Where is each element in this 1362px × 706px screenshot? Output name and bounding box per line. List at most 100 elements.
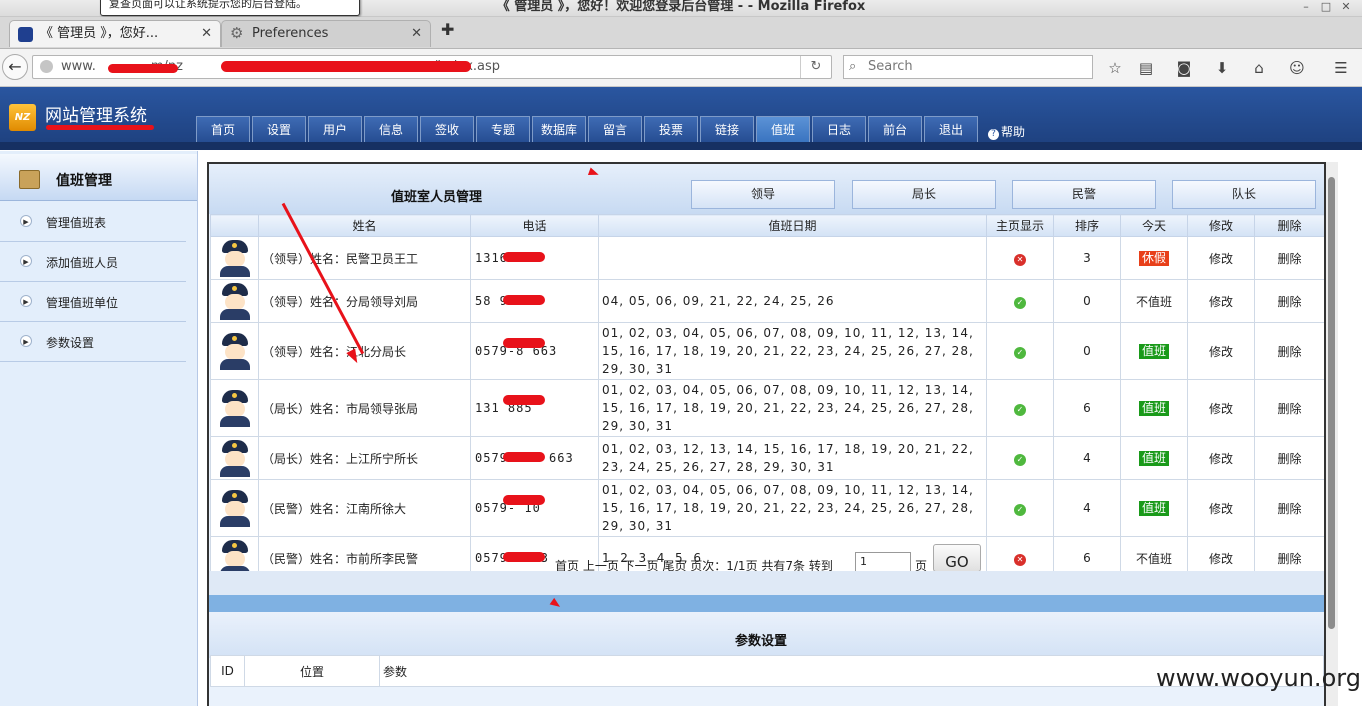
new-tab-plus-icon[interactable]: ✚ xyxy=(441,20,454,39)
vertical-scrollbar[interactable] xyxy=(1326,162,1338,706)
staff-name: （局长）姓名：市局领导张局 xyxy=(258,379,471,437)
sidebar-item-label: 管理值班单位 xyxy=(46,296,119,310)
filter-director-button[interactable]: 局长 xyxy=(852,180,996,209)
gear-icon: ⚙ xyxy=(230,24,244,42)
maximize-icon[interactable]: □ xyxy=(1318,0,1334,14)
nz-logo: NZ xyxy=(9,104,36,131)
go-button[interactable]: GO xyxy=(933,544,981,572)
pocket-icon[interactable]: ◙ xyxy=(1174,59,1194,77)
url-bar[interactable]: www.m/nz/index.asp ↻ xyxy=(32,55,832,79)
homepage-show[interactable]: ✓ xyxy=(986,379,1054,437)
column-header: 位置 xyxy=(244,655,380,687)
menu-logout[interactable]: 退出 xyxy=(924,116,978,143)
column-header: 值班日期 xyxy=(598,214,987,237)
duty-dates: 01, 02, 03, 12, 13, 14, 15, 16, 17, 18, … xyxy=(598,436,987,480)
filter-police-button[interactable]: 民警 xyxy=(1012,180,1156,209)
download-icon[interactable]: ⬇ xyxy=(1212,59,1232,77)
sidebar-item-manage-duty-table[interactable]: ▶ 管理值班表 xyxy=(0,201,186,242)
homepage-show[interactable]: ✕ xyxy=(986,236,1054,280)
menu-frontend[interactable]: 前台 xyxy=(868,116,922,143)
menu-logs[interactable]: 日志 xyxy=(812,116,866,143)
search-input[interactable]: ⌕ Search xyxy=(843,55,1093,79)
menu-info[interactable]: 信息 xyxy=(364,116,418,143)
menu-topics[interactable]: 专题 xyxy=(476,116,530,143)
edit-link[interactable]: 修改 xyxy=(1187,436,1255,480)
police-avatar-icon xyxy=(216,239,254,277)
watermark: www.wooyun.org xyxy=(1156,664,1361,692)
menu-messages[interactable]: 留言 xyxy=(588,116,642,143)
homepage-show[interactable]: ✓ xyxy=(986,322,1054,380)
today-status: 休假 xyxy=(1120,236,1188,280)
close-tab-icon[interactable]: ✕ xyxy=(201,21,212,47)
delete-link[interactable]: 删除 xyxy=(1254,322,1324,380)
hamburger-menu-icon[interactable]: ☰ xyxy=(1331,59,1351,77)
help-link[interactable]: ? 帮助 xyxy=(988,123,1025,140)
bookmark-star-icon[interactable]: ☆ xyxy=(1105,59,1125,77)
sort-order: 0 xyxy=(1053,279,1121,323)
avatar xyxy=(210,436,259,480)
delete-link[interactable]: 删除 xyxy=(1254,436,1324,480)
edit-link[interactable]: 修改 xyxy=(1187,236,1255,280)
menu-home[interactable]: 首页 xyxy=(196,116,250,143)
homepage-show[interactable]: ✓ xyxy=(986,279,1054,323)
close-window-icon[interactable]: ✕ xyxy=(1338,0,1354,14)
site-info-icon[interactable] xyxy=(40,60,53,73)
minimize-icon[interactable]: – xyxy=(1298,0,1314,14)
edit-link[interactable]: 修改 xyxy=(1187,479,1255,537)
reading-list-icon[interactable]: ▤ xyxy=(1136,59,1156,77)
avatar xyxy=(210,379,259,437)
table-header-row: 姓名 电话 值班日期 主页显示 排序 今天 修改 删除 xyxy=(210,214,1324,237)
sidebar-item-manage-duty-units[interactable]: ▶ 管理值班单位 xyxy=(0,281,186,322)
check-icon[interactable]: ✓ xyxy=(1014,503,1026,516)
column-header xyxy=(210,214,259,237)
home-icon[interactable]: ⌂ xyxy=(1249,59,1269,77)
filter-leader-button[interactable]: 领导 xyxy=(691,180,835,209)
back-arrow-icon[interactable]: ← xyxy=(2,54,28,80)
sort-order: 4 xyxy=(1053,436,1121,480)
duty-dates: 04, 05, 06, 09, 21, 22, 24, 25, 26 xyxy=(598,279,987,323)
menu-database[interactable]: 数据库 xyxy=(532,116,586,143)
delete-link[interactable]: 删除 xyxy=(1254,279,1324,323)
menu-votes[interactable]: 投票 xyxy=(644,116,698,143)
menu-users[interactable]: 用户 xyxy=(308,116,362,143)
delete-link[interactable]: 删除 xyxy=(1254,479,1324,537)
delete-link[interactable]: 删除 xyxy=(1254,236,1324,280)
column-header: ID xyxy=(210,655,245,687)
cross-icon[interactable]: ✕ xyxy=(1014,253,1026,266)
filter-captain-button[interactable]: 队长 xyxy=(1172,180,1316,209)
table-row: （领导）姓名：民警卫员王工1316 885 ✕ 3 休假 修改删除 xyxy=(210,236,1324,280)
avatar xyxy=(210,236,259,280)
tab-preferences[interactable]: ⚙ Preferences ✕ xyxy=(221,20,431,47)
close-tab-icon[interactable]: ✕ xyxy=(411,21,422,47)
menu-duty[interactable]: 值班 xyxy=(756,116,810,143)
scrollbar-thumb[interactable] xyxy=(1328,177,1335,629)
help-label: 帮助 xyxy=(1001,125,1026,139)
params-title: 参数设置 xyxy=(735,634,788,649)
edit-link[interactable]: 修改 xyxy=(1187,279,1255,323)
homepage-show[interactable]: ✓ xyxy=(986,479,1054,537)
sidebar-item-add-duty-staff[interactable]: ▶ 添加值班人员 xyxy=(0,241,186,282)
arrow-bullet-icon: ▶ xyxy=(20,295,32,307)
tooltip: 复查页面可以让系统提示您的后台登陆。 xyxy=(100,0,360,16)
check-icon[interactable]: ✓ xyxy=(1014,346,1026,359)
edit-link[interactable]: 修改 xyxy=(1187,379,1255,437)
avatar xyxy=(210,479,259,537)
sidebar-item-parameters[interactable]: ▶ 参数设置 xyxy=(0,321,186,362)
reload-icon[interactable]: ↻ xyxy=(800,56,831,78)
redaction-mark xyxy=(46,125,154,130)
edit-link[interactable]: 修改 xyxy=(1187,322,1255,380)
menu-settings[interactable]: 设置 xyxy=(252,116,306,143)
tab-label: Preferences xyxy=(252,26,329,41)
today-status: 不值班 xyxy=(1120,279,1188,323)
tab-admin[interactable]: 《 管理员 》，您好... ✕ xyxy=(9,20,221,47)
check-icon[interactable]: ✓ xyxy=(1014,453,1026,466)
check-icon[interactable]: ✓ xyxy=(1014,296,1026,309)
check-icon[interactable]: ✓ xyxy=(1014,403,1026,416)
menu-links[interactable]: 链接 xyxy=(700,116,754,143)
redaction-mark xyxy=(503,295,545,305)
chat-icon[interactable]: ☺ xyxy=(1287,59,1307,77)
delete-link[interactable]: 删除 xyxy=(1254,379,1324,437)
folder-icon xyxy=(19,170,40,189)
menu-signin[interactable]: 签收 xyxy=(420,116,474,143)
homepage-show[interactable]: ✓ xyxy=(986,436,1054,480)
